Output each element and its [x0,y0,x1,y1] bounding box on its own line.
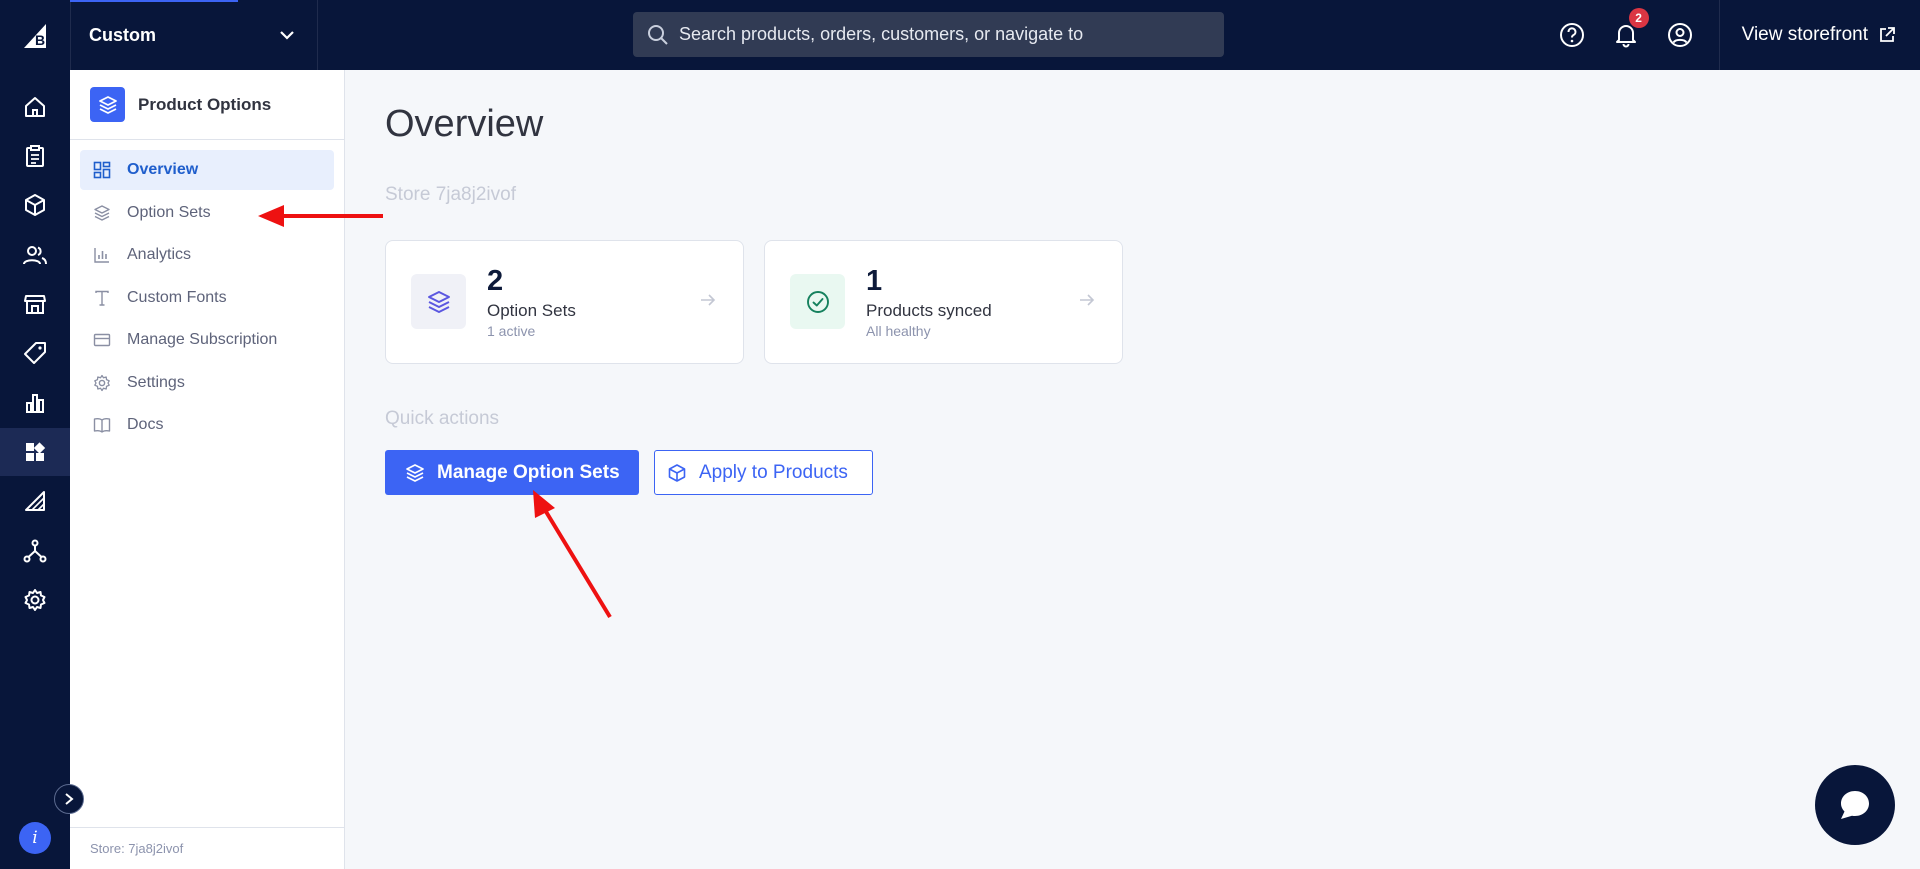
main-content: Overview Store 7ja8j2ivof 2 Option Sets … [345,70,1920,869]
apply-to-products-label: Apply to Products [699,461,848,483]
store-name: Custom [89,24,156,45]
app-nav: Overview Option Sets Analytics Custom Fo… [70,140,344,445]
rail-home[interactable] [0,83,70,131]
svg-text:B: B [35,32,45,48]
settings-gear-icon [24,589,46,611]
rail-channels[interactable] [0,477,70,525]
chat-launcher-button[interactable] [1815,765,1895,845]
products-synced-count: 1 [866,265,883,297]
credit-card-icon [92,330,112,350]
nav-label-docs: Docs [127,416,164,433]
clipboard-icon [26,145,44,167]
products-synced-card[interactable]: 1 Products synced All healthy [764,240,1123,364]
notifications-button[interactable]: 2 [1599,0,1653,70]
chevron-down-icon [280,31,294,40]
nav-item-docs[interactable]: Docs [80,405,334,445]
storefront-icon [24,295,46,314]
apply-to-products-button[interactable]: Apply to Products [654,450,873,495]
search-placeholder: Search products, orders, customers, or n… [679,24,1084,44]
arrow-right-icon [701,294,716,306]
chevron-right-icon [65,793,74,805]
app-logo-layers-icon [90,87,125,122]
option-sets-label: Option Sets [487,301,576,320]
app-sidebar: Product Options Overview Option Sets Ana… [70,70,345,869]
chat-bubble-icon [1841,791,1869,819]
rail-products[interactable] [0,181,70,229]
nav-label-overview: Overview [127,161,199,178]
option-sets-card[interactable]: 2 Option Sets 1 active [385,240,744,364]
products-synced-sub: All healthy [866,323,931,339]
book-icon [92,415,112,435]
nav-item-settings[interactable]: Settings [80,363,334,403]
external-link-icon [1880,27,1895,42]
apps-grid-icon [26,442,46,461]
help-button[interactable] [1545,0,1599,70]
layers-icon [92,203,112,223]
rail-settings[interactable] [0,576,70,624]
expand-rail-button[interactable] [54,784,84,814]
app-header: Product Options [70,70,344,140]
nav-label-manage-subscription: Manage Subscription [127,331,278,348]
gear-icon [92,373,112,393]
rail-marketing[interactable] [0,329,70,377]
users-icon [23,246,47,265]
layers-card-icon [411,274,466,329]
network-icon [23,539,47,563]
nav-item-overview[interactable]: Overview [80,150,334,190]
products-synced-label: Products synced [866,301,992,320]
info-icon[interactable]: i [19,822,51,854]
help-icon [1559,23,1584,47]
store-label: Store 7ja8j2ivof [385,184,516,205]
rail-storefront[interactable] [0,280,70,328]
text-t-icon [92,288,112,308]
manage-option-sets-label: Manage Option Sets [437,461,620,483]
account-button[interactable] [1653,0,1707,70]
nav-label-analytics: Analytics [127,246,192,263]
home-icon [25,97,45,117]
cube-icon [668,463,686,482]
nav-item-analytics[interactable]: Analytics [80,235,334,275]
rail-orders[interactable] [0,132,70,180]
user-circle-icon [1667,23,1692,47]
nav-label-settings: Settings [127,373,185,391]
analytics-icon [26,394,44,413]
nav-label-custom-fonts: Custom Fonts [127,288,227,306]
rail-customers[interactable] [0,231,70,279]
top-accent-line [70,0,238,2]
tag-icon [24,342,46,364]
page-title: Overview [385,103,544,145]
search-icon [648,24,668,45]
notification-badge: 2 [1628,8,1649,28]
cube-icon [25,194,45,216]
store-switcher[interactable]: Custom [70,0,318,70]
layers-icon [406,463,424,482]
view-storefront-link[interactable]: View storefront [1718,0,1920,70]
nav-item-custom-fonts[interactable]: Custom Fonts [80,278,334,318]
arrow-right-icon [1080,294,1095,306]
rail-apps[interactable] [0,428,70,476]
nav-item-manage-subscription[interactable]: Manage Subscription [80,320,334,360]
bar-chart-icon [92,245,112,265]
option-sets-count: 2 [487,265,504,297]
channels-icon [25,491,45,511]
sidebar-footer-store: Store: 7ja8j2ivof [70,827,344,869]
option-sets-sub: 1 active [487,323,536,339]
global-search[interactable]: Search products, orders, customers, or n… [633,12,1224,57]
overview-grid-icon [92,160,112,180]
rail-analytics[interactable] [0,379,70,427]
nav-label-option-sets: Option Sets [127,203,211,221]
view-storefront-label: View storefront [1741,24,1868,45]
left-rail-nav [0,70,70,869]
app-title: Product Options [138,94,272,114]
quick-actions-label: Quick actions [385,408,500,429]
manage-option-sets-button[interactable]: Manage Option Sets [385,450,639,495]
nav-item-option-sets[interactable]: Option Sets [80,193,334,233]
top-bar: B Custom Search products, orders, custom… [0,0,1920,70]
rail-connections[interactable] [0,527,70,575]
check-circle-icon [790,274,845,329]
bigcommerce-logo[interactable]: B [0,0,70,70]
